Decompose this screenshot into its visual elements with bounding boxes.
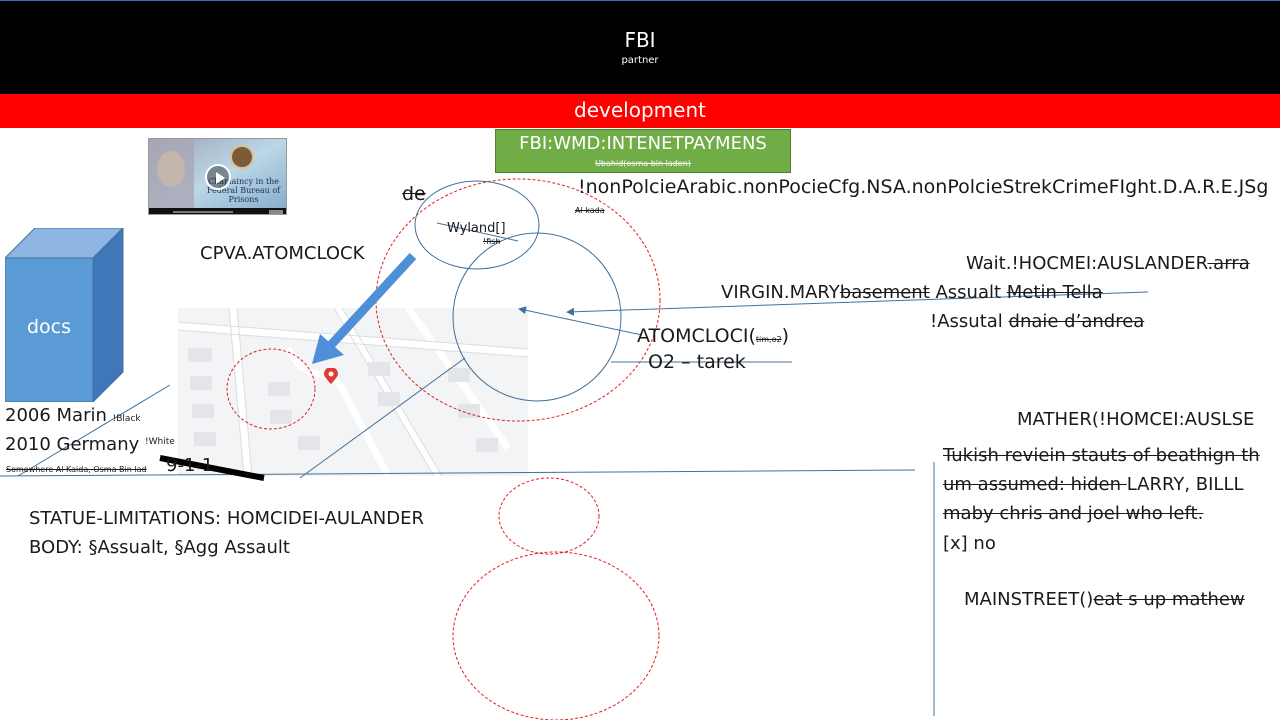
x-no-text: [x] no	[943, 533, 996, 554]
mainstreet-text: MAINSTREET()eat s up mathew	[964, 589, 1245, 610]
body-text: BODY: §Assualt, §Agg Assault	[29, 537, 290, 558]
germany-text: 2010 Germany !White	[5, 434, 175, 455]
atomcloci-subscript: tim,o2	[755, 335, 782, 344]
red-dashed-circle-large	[375, 178, 661, 422]
virgin-mary-text: VIRGIN.MARYbasement Assualt Metin Tella	[721, 282, 1103, 303]
marin-black: !Black	[112, 414, 141, 424]
virgin-b: basement	[839, 282, 930, 303]
marin-text: 2006 Marin !Black	[5, 405, 141, 426]
connector-line	[518, 306, 643, 336]
red-dashed-circle-mid	[498, 477, 600, 555]
nonpolicie-text: !nonPolcieArabic.nonPocieCfg.NSA.nonPolc…	[578, 176, 1269, 198]
de-label: de	[402, 183, 426, 205]
assutal-text: !Assutal dnaie d’andrea	[930, 311, 1144, 332]
mather-text: MATHER(!HOMCEI:AUSLSE	[1017, 409, 1255, 430]
um-rest: LARRY, BILLL	[1126, 474, 1244, 495]
wait-text: Wait.!HOCMEI:AUSLANDER.arra	[966, 253, 1250, 274]
diagram-overlay	[0, 178, 1149, 720]
atomcloci-label: ATOMCLOCI(tim,o2)	[637, 325, 789, 347]
nine-one-one-text: 9-1-1	[166, 455, 214, 476]
red-dashed-circle-bottom	[452, 551, 660, 720]
connector-line	[17, 384, 171, 477]
um-assumed-text: um assumed: hiden LARRY, BILLL	[943, 474, 1244, 495]
assutal-a: !Assutal	[930, 311, 1009, 332]
um-strike: um assumed: hiden	[943, 474, 1127, 495]
virgin-d: Metin Tella	[1006, 282, 1103, 303]
atomcloci-close: )	[781, 325, 789, 347]
wyland-label: Wyland[]	[447, 221, 506, 236]
marin-main: 2006 Marin	[5, 405, 107, 426]
somewhere-text: Somewhere Al Kaida, Osma Bin lad	[6, 465, 147, 474]
red-dashed-circle-map	[226, 348, 316, 430]
fish-label: !fish	[483, 237, 501, 246]
wait-main: Wait.!HOCMEI:AUSLANDER	[966, 253, 1208, 274]
atomcloci-text: ATOMCLOCI(	[637, 325, 756, 347]
wait-strike: .arra	[1207, 253, 1250, 274]
germany-white: !White	[145, 437, 175, 447]
al-kada-label: Al kada	[575, 206, 605, 215]
virgin-c: Assualt	[929, 282, 1007, 303]
assutal-b: dnaie d’andrea	[1008, 311, 1145, 332]
virgin-a: VIRGIN.MARY	[721, 282, 840, 303]
tukish-text: Tukish reviein stauts of beathign th	[943, 445, 1260, 466]
mainstreet-a: MAINSTREET()	[964, 589, 1094, 610]
cpva-label: CPVA.ATOMCLOCK	[200, 243, 365, 264]
mainstreet-b: eat s up mathew	[1093, 589, 1245, 610]
statue-text: STATUE-LIMITATIONS: HOMCIDEI-AULANDER	[29, 508, 425, 529]
blue-circle-atomclock	[452, 232, 622, 402]
germany-main: 2010 Germany	[5, 434, 140, 455]
maby-text: maby chris and joel who left.	[943, 503, 1204, 524]
o2-tarek-label: O2 – tarek	[648, 351, 746, 373]
connector-line	[299, 357, 466, 479]
blue-arrow-shaft	[326, 252, 417, 350]
